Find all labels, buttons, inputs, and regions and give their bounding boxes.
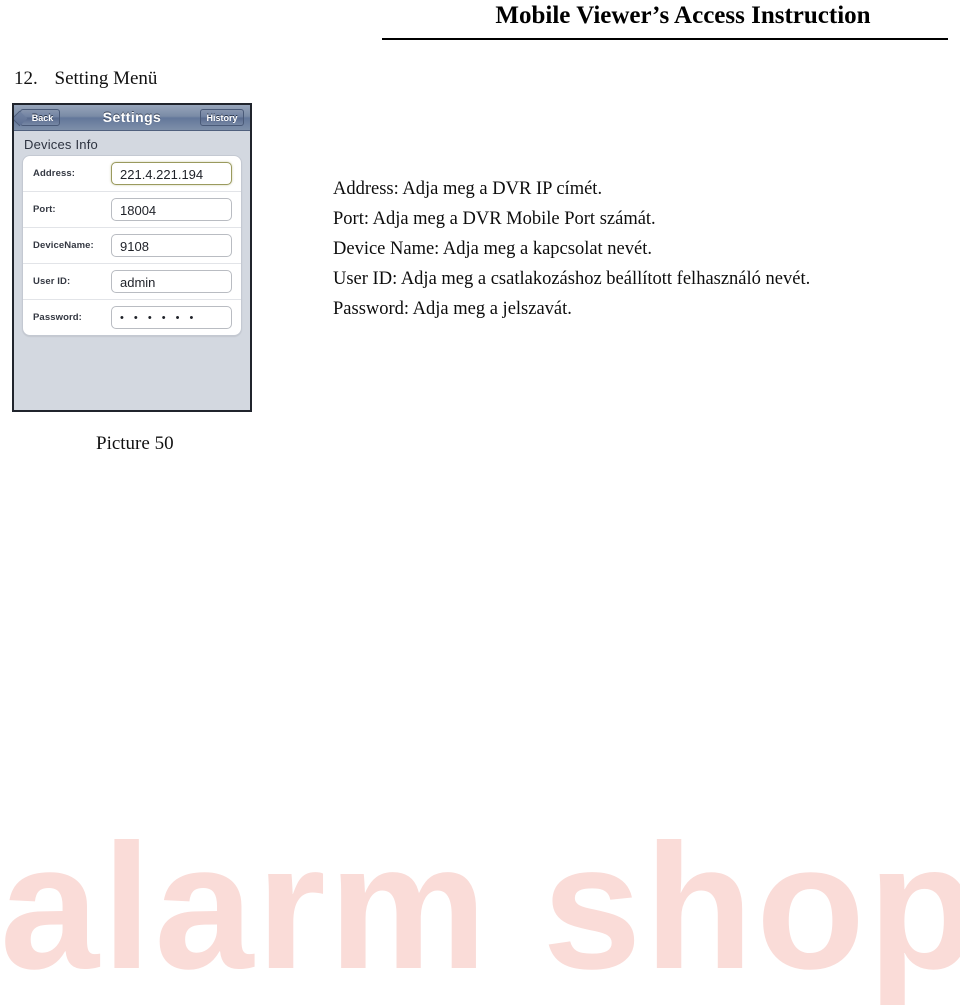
form-row-user-id: User ID: admin xyxy=(23,264,241,300)
devices-info-label: Devices Info xyxy=(24,137,98,152)
document-header: Mobile Viewer’s Access Instruction xyxy=(0,0,960,46)
password-label: Password: xyxy=(33,312,82,323)
password-input[interactable]: • • • • • • xyxy=(111,306,232,329)
description-address: Address: Adja meg a DVR IP címét. xyxy=(333,179,603,199)
user-id-label: User ID: xyxy=(33,276,71,287)
description-user-id: User ID: Adja meg a csatlakozáshoz beáll… xyxy=(333,269,811,289)
device-name-label: DeviceName: xyxy=(33,240,94,251)
field-descriptions: Address: Adja meg a DVR IP címét. Port: … xyxy=(333,174,943,324)
header-divider xyxy=(382,38,948,40)
description-password: Password: Adja meg a jelszavát. xyxy=(333,299,572,319)
description-port: Port: Adja meg a DVR Mobile Port számát. xyxy=(333,209,656,229)
device-name-input[interactable]: 9108 xyxy=(111,234,232,257)
form-row-device-name: DeviceName: 9108 xyxy=(23,228,241,264)
section-number: 12. xyxy=(14,68,38,89)
port-label: Port: xyxy=(33,204,56,215)
phone-navigation-bar: Back Settings History xyxy=(14,105,250,131)
figure-caption: Picture 50 xyxy=(96,433,174,454)
address-input[interactable]: 221.4.221.194 xyxy=(111,162,232,185)
section-heading: 12. Setting Menü xyxy=(14,68,157,90)
form-row-password: Password: • • • • • • xyxy=(23,300,241,335)
phone-screenshot-panel: Back Settings History Devices Info Addre… xyxy=(12,103,252,412)
history-button[interactable]: History xyxy=(200,109,244,126)
description-device-name: Device Name: Adja meg a kapcsolat nevét. xyxy=(333,239,652,259)
watermark-alarm-shop: alarm shop xyxy=(0,807,960,1006)
form-row-address: Address: 221.4.221.194 xyxy=(23,156,241,192)
devices-info-form: Address: 221.4.221.194 Port: 18004 Devic… xyxy=(22,155,242,336)
address-label: Address: xyxy=(33,168,75,179)
phone-content-area: Devices Info Address: 221.4.221.194 Port… xyxy=(14,131,250,410)
port-input[interactable]: 18004 xyxy=(111,198,232,221)
page-title: Mobile Viewer’s Access Instruction xyxy=(495,2,871,29)
section-title: Setting Menü xyxy=(54,68,158,89)
form-row-port: Port: 18004 xyxy=(23,192,241,228)
user-id-input[interactable]: admin xyxy=(111,270,232,293)
